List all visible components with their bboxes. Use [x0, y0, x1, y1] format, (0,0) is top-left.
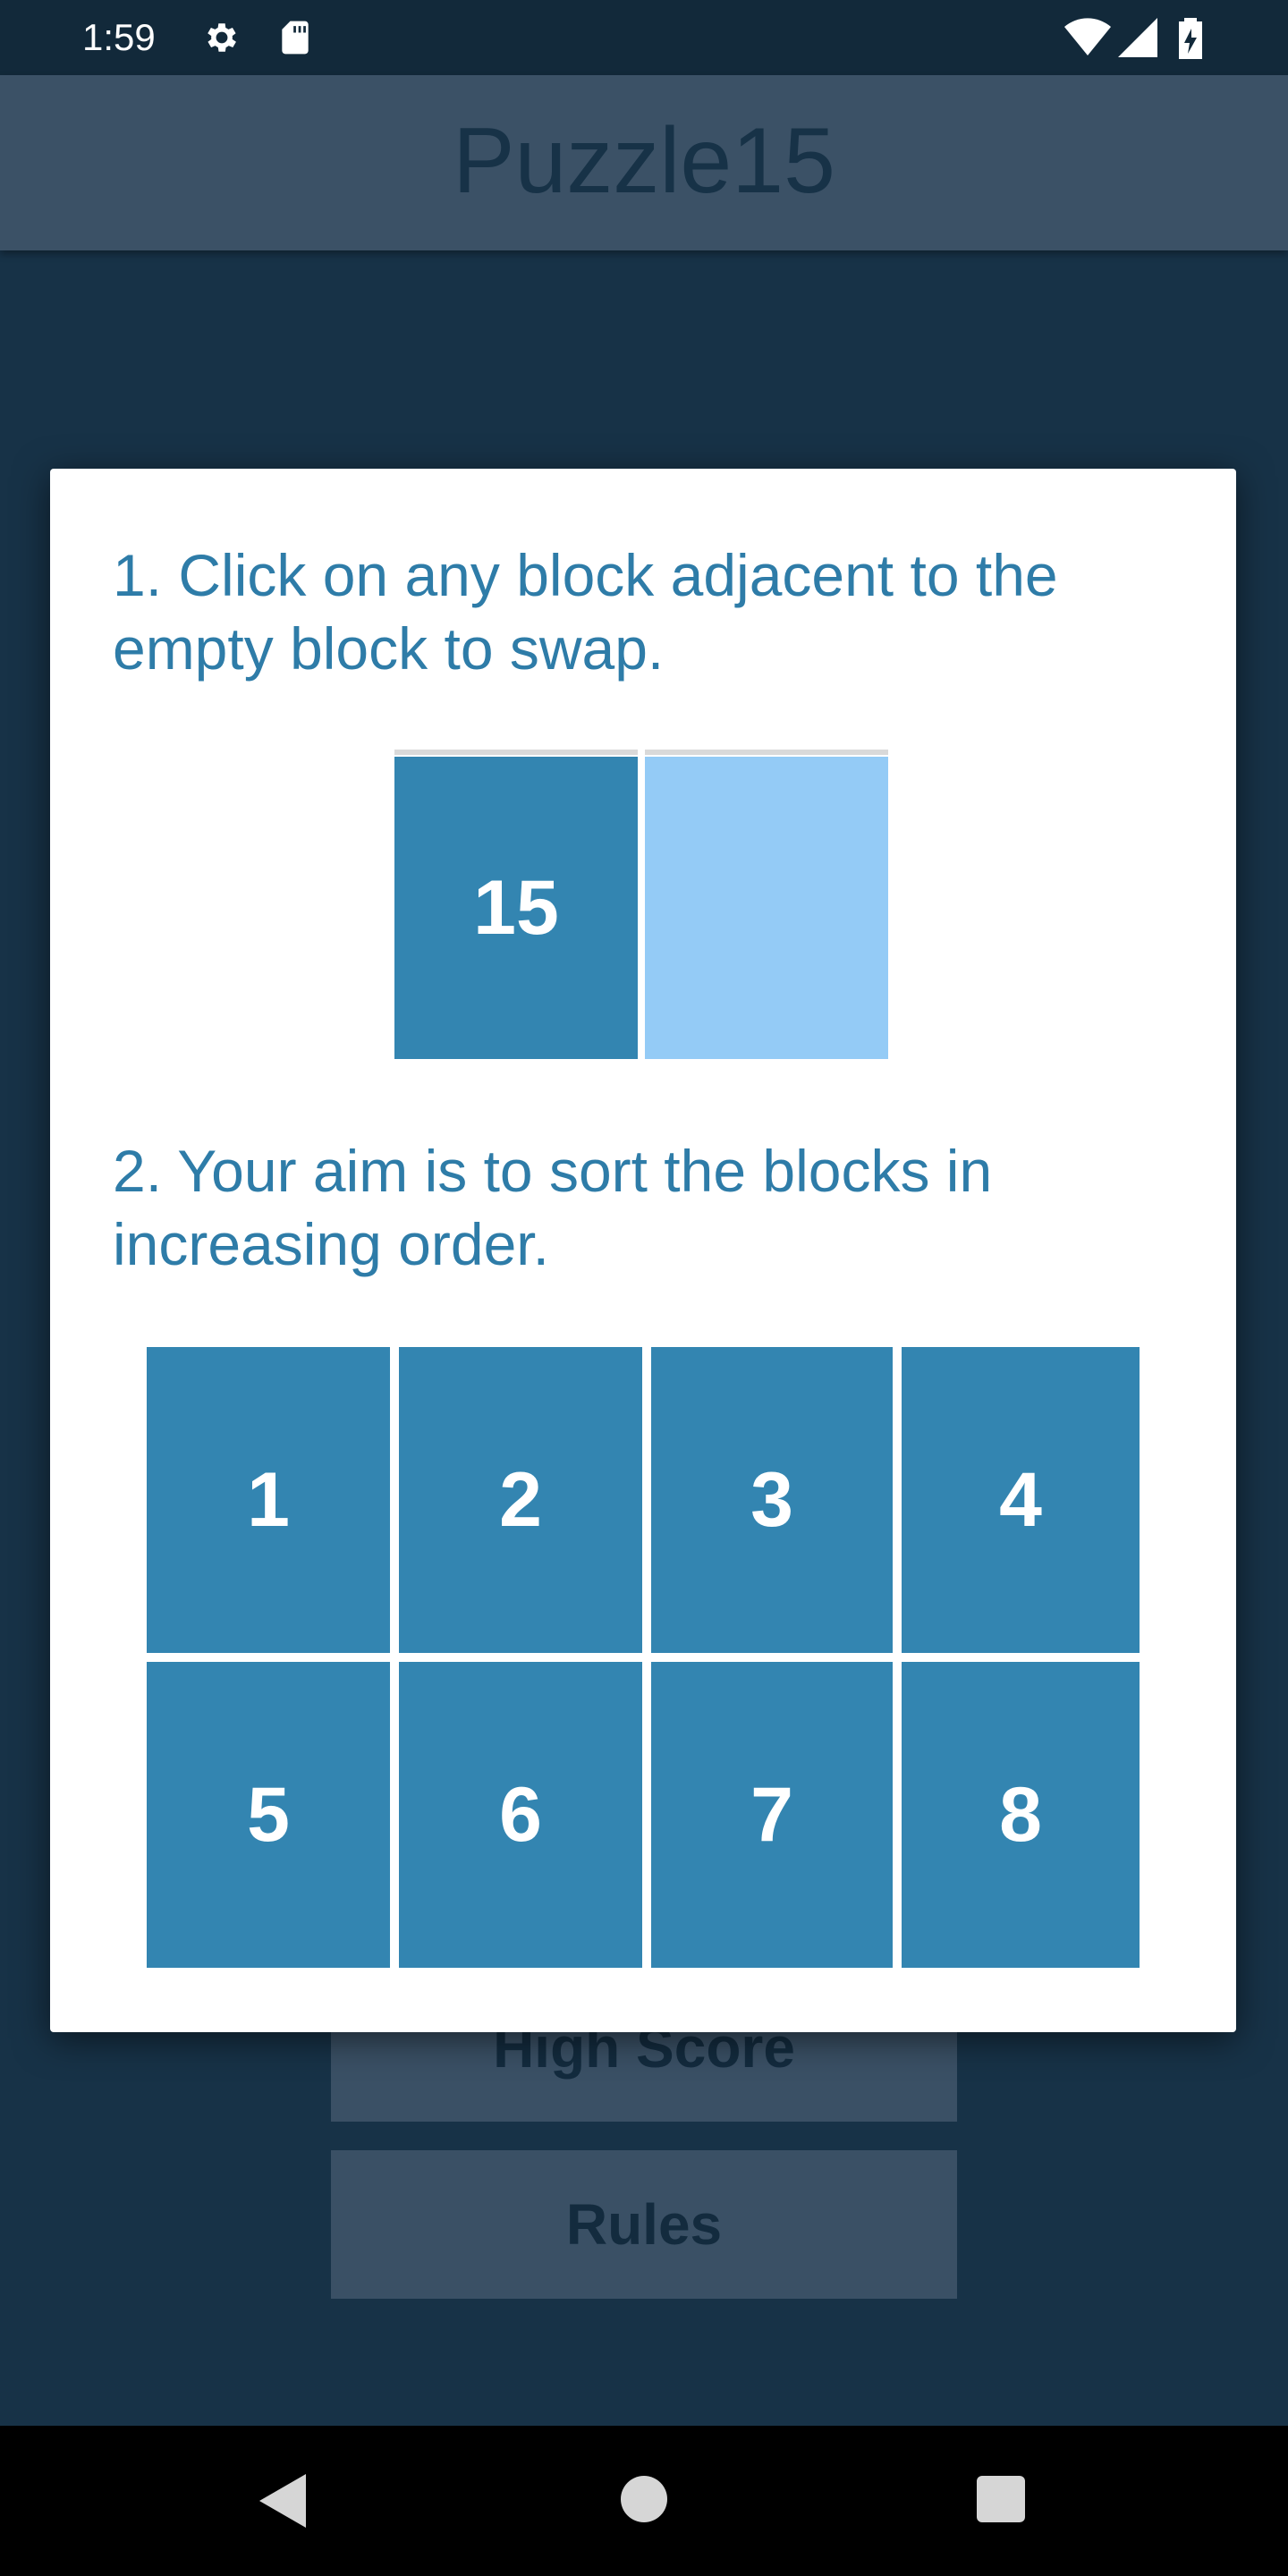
- grid-tile-2: 2: [399, 1347, 642, 1653]
- example-empty-tile: [645, 757, 888, 1059]
- recents-icon[interactable]: [977, 2476, 1025, 2527]
- example-tile-border: [394, 750, 638, 755]
- grid-tile-1: 1: [147, 1347, 390, 1653]
- signal-icon: [1118, 18, 1159, 57]
- rules-dialog: 1. Click on any block adjacent to the em…: [50, 469, 1236, 2032]
- rule-2-text: 2. Your aim is to sort the blocks in inc…: [113, 1138, 993, 1277]
- gear-icon: [202, 18, 242, 57]
- rules-button[interactable]: Rules: [331, 2150, 957, 2299]
- grid-tile-8: 8: [902, 1662, 1140, 1968]
- example-tile-15: 15: [394, 757, 638, 1059]
- home-icon[interactable]: [621, 2476, 667, 2527]
- grid-tile-5: 5: [147, 1662, 390, 1968]
- back-icon[interactable]: [259, 2474, 309, 2532]
- status-time: 1:59: [82, 16, 156, 58]
- example-empty-border: [645, 750, 888, 755]
- app-bar: Puzzle15: [0, 75, 1288, 250]
- sd-card-icon: [275, 18, 315, 57]
- grid-tile-7: 7: [651, 1662, 893, 1968]
- rule-1-text: 1. Click on any block adjacent to the em…: [113, 542, 1058, 682]
- nav-bar: [0, 2426, 1288, 2576]
- app-title: Puzzle15: [453, 109, 835, 213]
- grid-tile-3: 3: [651, 1347, 893, 1653]
- wifi-icon: [1064, 18, 1111, 57]
- grid-tile-4: 4: [902, 1347, 1140, 1653]
- battery-charging-icon: [1177, 18, 1204, 59]
- grid-tile-6: 6: [399, 1662, 642, 1968]
- status-bar: 1:59: [0, 0, 1288, 75]
